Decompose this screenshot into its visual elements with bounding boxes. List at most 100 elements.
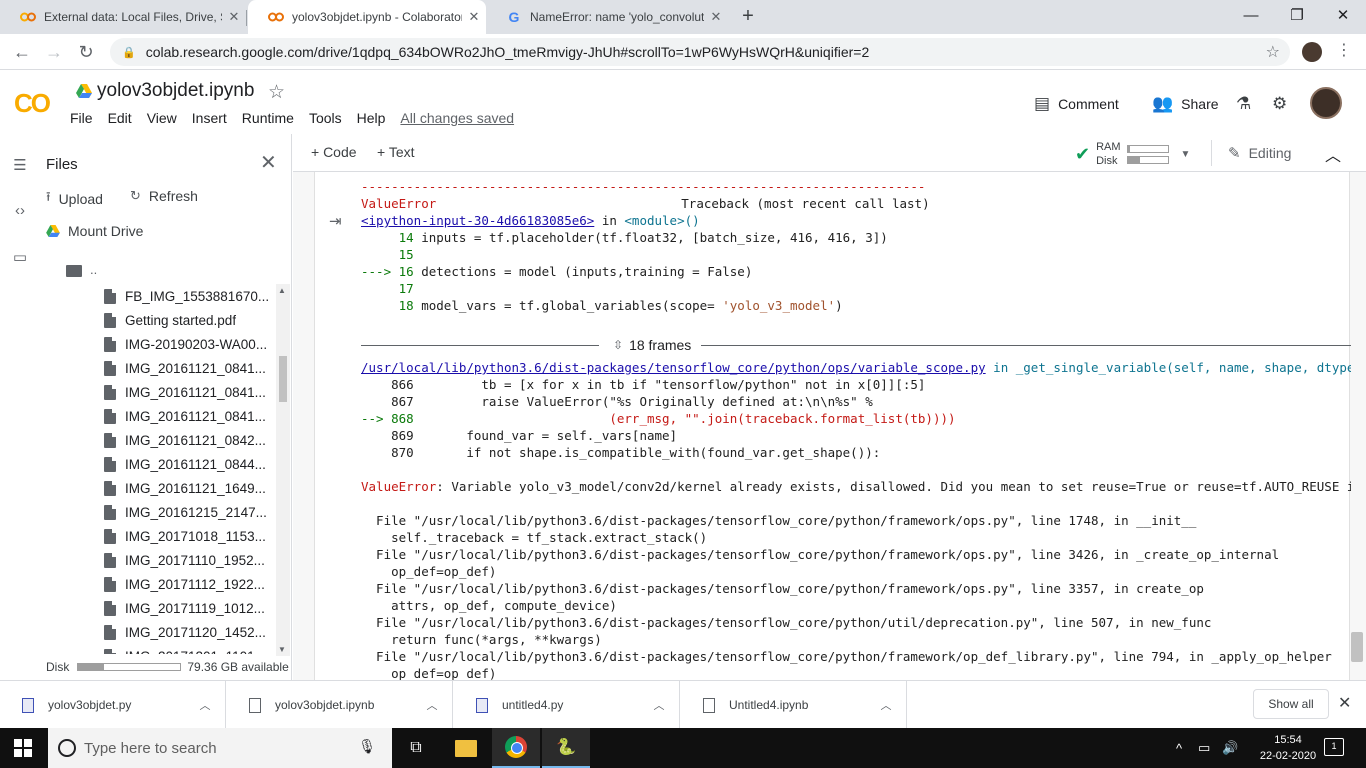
menu-runtime[interactable]: Runtime: [242, 110, 294, 126]
menu-view[interactable]: View: [147, 110, 177, 126]
file-item[interactable]: Getting started.pdf: [104, 308, 274, 332]
add-text-button[interactable]: + Text: [377, 144, 415, 160]
minimize-button[interactable]: —: [1228, 0, 1274, 30]
taskbar-search[interactable]: Type here to search 🎙: [48, 728, 392, 768]
colab-logo[interactable]: CO: [14, 88, 51, 119]
file-item[interactable]: IMG_20161121_0844...: [104, 452, 274, 476]
share-button[interactable]: 👥 Share: [1152, 94, 1219, 114]
file-item[interactable]: IMG_20161121_1649...: [104, 476, 274, 500]
file-item[interactable]: IMG_20171120_1452...: [104, 620, 274, 644]
network-icon[interactable]: ▭: [1198, 728, 1210, 768]
notification-icon[interactable]: 1: [1324, 738, 1344, 756]
scroll-down-icon[interactable]: ▼: [278, 645, 286, 654]
file-item[interactable]: IMG_20171201_1101...: [104, 644, 274, 654]
chevron-up-icon[interactable]: ︿: [1325, 142, 1341, 166]
file-item[interactable]: IMG_20161121_0841...: [104, 356, 274, 380]
download-item[interactable]: yolov3objdet.py ︿: [0, 681, 226, 729]
file-item[interactable]: IMG_20161215_2147...: [104, 500, 274, 524]
browser-profile-avatar[interactable]: [1302, 42, 1322, 62]
file-item[interactable]: FB_IMG_1553881670...: [104, 284, 274, 308]
comment-button[interactable]: ▤ Comment: [1034, 94, 1119, 114]
reload-icon[interactable]: ↻: [74, 40, 98, 64]
scope-file-link[interactable]: /usr/local/lib/python3.6/dist-packages/t…: [361, 360, 986, 375]
chevron-up-icon[interactable]: ︿: [185, 697, 225, 713]
scrollbar-thumb[interactable]: [279, 356, 287, 402]
bookmark-star-icon[interactable]: ☆: [1266, 42, 1280, 62]
chrome-icon[interactable]: [492, 728, 540, 768]
browser-tab[interactable]: External data: Local Files, Drive, Sheet…: [0, 0, 246, 34]
file-explorer-icon[interactable]: [442, 728, 490, 768]
file-item[interactable]: IMG_20171119_1012...: [104, 596, 274, 620]
close-tab-icon[interactable]: ✕: [222, 9, 246, 25]
address-bar[interactable]: 🔒 colab.research.google.com/drive/1qdpq_…: [110, 38, 1290, 66]
input-link[interactable]: <ipython-input-30-4d66183085e6>: [361, 213, 594, 228]
windows-start-icon[interactable]: [14, 739, 32, 757]
avatar[interactable]: [1310, 87, 1342, 119]
gear-icon[interactable]: ⚙: [1272, 94, 1295, 114]
file-list-scrollbar[interactable]: ▲ ▼: [276, 284, 290, 656]
close-tab-icon[interactable]: ✕: [704, 9, 728, 25]
menu-help[interactable]: Help: [357, 110, 386, 126]
file-item[interactable]: IMG_20171110_1952...: [104, 548, 274, 572]
save-status[interactable]: All changes saved: [400, 110, 514, 126]
resources-indicator[interactable]: ✔ RAM Disk ▼: [1075, 140, 1190, 168]
chevron-up-icon[interactable]: ^: [1176, 728, 1182, 768]
taskbar-clock[interactable]: 15:54 22-02-2020: [1258, 732, 1318, 764]
chevron-down-icon[interactable]: ▼: [1181, 149, 1191, 160]
python-app-icon[interactable]: 🐍: [542, 728, 590, 768]
microphone-icon[interactable]: 🎙: [358, 738, 376, 755]
file-item[interactable]: IMG_20161121_0841...: [104, 404, 274, 428]
close-tab-icon[interactable]: ✕: [462, 9, 486, 25]
output-scrollbar-thumb[interactable]: [1351, 632, 1363, 662]
menu-insert[interactable]: Insert: [192, 110, 227, 126]
tab-title: yolov3objdet.ipynb - Colaboratory: [292, 10, 462, 24]
parent-folder-item[interactable]: ..: [66, 262, 97, 277]
menu-file[interactable]: File: [70, 110, 93, 126]
frames-expander[interactable]: ⇳ 18 frames: [361, 331, 1351, 359]
chevron-up-icon[interactable]: ︿: [412, 697, 452, 713]
notebook-title[interactable]: yolov3objdet.ipynb: [97, 80, 254, 102]
download-item[interactable]: Untitled4.ipynb ︿: [681, 681, 907, 729]
frames-toggle[interactable]: ⇳ 18 frames: [613, 337, 691, 353]
forward-arrow-icon[interactable]: →: [42, 40, 66, 64]
file-item[interactable]: IMG-20190203-WA00...: [104, 332, 274, 356]
upload-label: Upload: [58, 191, 103, 207]
browser-tab-active[interactable]: yolov3objdet.ipynb - Colaboratory ✕: [248, 0, 486, 34]
show-all-button[interactable]: Show all: [1253, 689, 1329, 719]
table-of-contents-icon[interactable]: ☰: [10, 156, 30, 174]
file-item[interactable]: IMG_20161121_0842...: [104, 428, 274, 452]
chevron-up-icon[interactable]: ︿: [639, 697, 679, 713]
task-view-icon[interactable]: ⧉: [392, 728, 440, 768]
cell-output[interactable]: ----------------------------------------…: [361, 178, 1351, 680]
editing-mode-button[interactable]: ✎ Editing: [1228, 144, 1291, 162]
file-item[interactable]: IMG_20161121_0841...: [104, 380, 274, 404]
download-item[interactable]: yolov3objdet.ipynb ︿: [227, 681, 453, 729]
folder-icon[interactable]: ▭: [10, 248, 30, 266]
upload-button[interactable]: ⭱ Upload: [46, 188, 103, 210]
chevron-up-icon[interactable]: ︿: [866, 697, 906, 713]
scroll-up-icon[interactable]: ▲: [278, 286, 286, 295]
menu-edit[interactable]: Edit: [108, 110, 132, 126]
code-cell[interactable]: ⇥ --------------------------------------…: [314, 172, 1351, 680]
menu-tools[interactable]: Tools: [309, 110, 342, 126]
code-snippets-icon[interactable]: ‹›: [10, 202, 30, 219]
file-item[interactable]: IMG_20171018_1153...: [104, 524, 274, 548]
new-tab-button[interactable]: +: [737, 5, 759, 27]
volume-icon[interactable]: 🔊: [1222, 728, 1238, 768]
mount-drive-button[interactable]: Mount Drive: [46, 223, 143, 239]
browser-tab[interactable]: G NameError: name 'yolo_convolution' is …: [486, 0, 728, 34]
close-icon[interactable]: ✕: [1338, 693, 1351, 713]
output-icon[interactable]: ⇥: [329, 212, 342, 230]
file-item[interactable]: IMG_20171112_1922...: [104, 572, 274, 596]
flask-icon[interactable]: ⚗: [1236, 94, 1259, 114]
file-icon: [104, 360, 116, 376]
refresh-button[interactable]: ↻ Refresh: [130, 188, 198, 204]
add-code-button[interactable]: + Code: [311, 144, 357, 160]
star-icon[interactable]: ☆: [268, 81, 285, 104]
window-close-button[interactable]: ✕: [1320, 0, 1366, 30]
download-item[interactable]: untitled4.py ︿: [454, 681, 680, 729]
back-arrow-icon[interactable]: ←: [10, 40, 34, 64]
restore-button[interactable]: ❐: [1274, 0, 1320, 30]
browser-menu-icon[interactable]: ⋮: [1334, 40, 1354, 60]
close-icon[interactable]: ✕: [260, 150, 277, 175]
